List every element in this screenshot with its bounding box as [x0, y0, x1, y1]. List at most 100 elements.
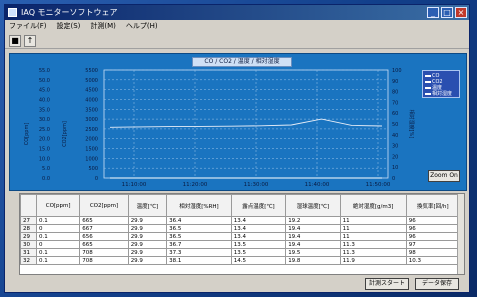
- table-row: 28 0 667 29.9 36.5 13.4 19.4 11 96: [20, 224, 461, 233]
- table-cell: 98: [405, 248, 461, 257]
- data-table: CO[ppm] CO2[ppm] 温度[℃] 相対湿度[%RH] 露点温度[℃] 湿球温度…: [20, 194, 461, 265]
- table-cell: 708: [79, 256, 129, 265]
- y1-tick-label: 0.0: [42, 176, 50, 182]
- save-icon[interactable]: ■: [9, 34, 21, 47]
- table-cell: 19.8: [285, 256, 341, 265]
- table-row: 29 0.1 656 29.9 36.5 13.4 19.4 11 96: [20, 232, 461, 241]
- app-window: IAQ モニターソフトウェア _ □ × ファイル(F) 設定(S) 計測(M)…: [4, 4, 470, 293]
- table-cell: 0.1: [35, 216, 81, 225]
- table-cell: 708: [79, 248, 129, 257]
- y1-tick-label: 25.0: [39, 127, 50, 133]
- table-cell: 0: [35, 240, 81, 249]
- table-cell: 29.9: [127, 248, 168, 257]
- right-tick-label: 50: [392, 122, 398, 128]
- y2-tick-label: 2500: [85, 127, 98, 133]
- chart-panel: 11:10:00 11:20:00 11:30:00 11:40:00 11:50:00…: [9, 53, 467, 191]
- bottom-bar: 計測スタート データ保存: [5, 277, 469, 292]
- table-cell: 13.5: [230, 240, 287, 249]
- y1-tick-label: 20.0: [39, 137, 50, 143]
- vertical-scrollbar[interactable]: [457, 194, 464, 274]
- table-cell: 96: [405, 232, 461, 241]
- row-number: 30: [20, 240, 37, 249]
- y2-tick-label: 5500: [85, 68, 98, 74]
- y2-tick-label: 0: [95, 176, 98, 182]
- table-cell: 13.4: [230, 216, 287, 225]
- column-header: 絶対湿度[g/m3]: [339, 194, 407, 217]
- upload-icon[interactable]: ↑: [24, 34, 36, 47]
- column-header: 湿球温度[℃]: [285, 194, 341, 217]
- table-cell: 0.1: [35, 248, 81, 257]
- column-header: 相対湿度[%RH]: [166, 194, 232, 217]
- column-header: 換気率[回/h]: [405, 194, 461, 217]
- right-tick-label: 30: [392, 144, 398, 150]
- table-cell: 29.9: [127, 232, 168, 241]
- minimize-icon[interactable]: _: [427, 7, 439, 18]
- row-number: 27: [20, 216, 37, 225]
- y2-tick-label: 4500: [85, 88, 98, 94]
- start-measurement-button[interactable]: 計測スタート: [365, 278, 409, 290]
- x-tick-label: 11:10:00: [122, 182, 147, 188]
- table-cell: 0.1: [35, 232, 81, 241]
- right-tick-label: 60: [392, 111, 398, 117]
- table-cell: 19.2: [285, 216, 341, 225]
- y1-tick-label: 50.0: [39, 78, 50, 84]
- table-cell: 36.7: [166, 240, 232, 249]
- maximize-icon[interactable]: □: [441, 7, 453, 18]
- table-cell: 13.4: [230, 232, 287, 241]
- row-number: 29: [20, 232, 37, 241]
- row-number: 32: [20, 256, 37, 265]
- column-header: CO2[ppm]: [79, 194, 129, 217]
- table-cell: 29.9: [127, 224, 168, 233]
- x-tick-label: 11:50:00: [366, 182, 391, 188]
- table-cell: 97: [405, 240, 461, 249]
- right-tick-label: 10: [392, 165, 398, 171]
- column-header: 露点温度[℃]: [230, 194, 287, 217]
- table-cell: 0: [35, 224, 81, 233]
- y1-tick-label: 5.0: [42, 166, 50, 172]
- table-cell: 29.9: [127, 216, 168, 225]
- y1-axis-label: CO[ppm]: [24, 123, 30, 146]
- toolbar: ■ ↑: [5, 33, 469, 49]
- right-axis-label: 相対湿度[%]: [408, 110, 415, 139]
- line-chart: 11:10:00 11:20:00 11:30:00 11:40:00 11:50:00…: [24, 68, 415, 188]
- chart-title: CO / CO2 / 温度 / 相対湿度: [192, 57, 292, 67]
- save-data-button[interactable]: データ保存: [415, 278, 459, 290]
- close-icon[interactable]: ×: [455, 7, 467, 18]
- table-row: 27 0.1 665 29.9 36.4 13.4 19.2 11 96: [20, 216, 461, 225]
- table-cell: 13.5: [230, 248, 287, 257]
- zoom-button[interactable]: Zoom On: [428, 170, 460, 182]
- table-cell: 19.4: [285, 240, 341, 249]
- menu-help[interactable]: ヘルプ(H): [126, 20, 158, 33]
- x-tick-label: 11:40:00: [305, 182, 330, 188]
- table-cell: 0.1: [35, 256, 81, 265]
- y2-tick-label: 1000: [85, 156, 98, 162]
- menu-settings[interactable]: 設定(S): [57, 20, 81, 33]
- app-icon: [8, 8, 17, 17]
- table-cell: 11: [339, 216, 407, 225]
- table-cell: 665: [79, 240, 129, 249]
- y1-tick-label: 10.0: [39, 156, 50, 162]
- x-tick-label: 11:20:00: [183, 182, 208, 188]
- menu-file[interactable]: ファイル(F): [9, 20, 47, 33]
- menu-measure[interactable]: 計測(M): [90, 20, 116, 33]
- column-header: [20, 194, 37, 217]
- table-cell: 11: [339, 232, 407, 241]
- table-cell: 19.4: [285, 224, 341, 233]
- row-number: 31: [20, 248, 37, 257]
- y1-tick-label: 40.0: [39, 97, 50, 103]
- y1-tick-label: 45.0: [39, 88, 50, 94]
- y2-axis-label: CO2[ppm]: [62, 121, 68, 147]
- y2-tick-label: 2000: [85, 137, 98, 143]
- y1-tick-label: 30.0: [39, 117, 50, 123]
- column-header: 温度[℃]: [127, 194, 168, 217]
- y1-tick-label: 35.0: [39, 107, 50, 113]
- table-cell: 19.5: [285, 248, 341, 257]
- y1-tick-label: 15.0: [39, 147, 50, 153]
- table-cell: 29.9: [127, 240, 168, 249]
- right-tick-label: 40: [392, 133, 398, 139]
- menu-bar: ファイル(F) 設定(S) 計測(M) ヘルプ(H): [5, 20, 469, 33]
- y2-tick-label: 1500: [85, 147, 98, 153]
- y2-tick-label: 3000: [85, 117, 98, 123]
- table-cell: 38.1: [166, 256, 232, 265]
- table-cell: 36.4: [166, 216, 232, 225]
